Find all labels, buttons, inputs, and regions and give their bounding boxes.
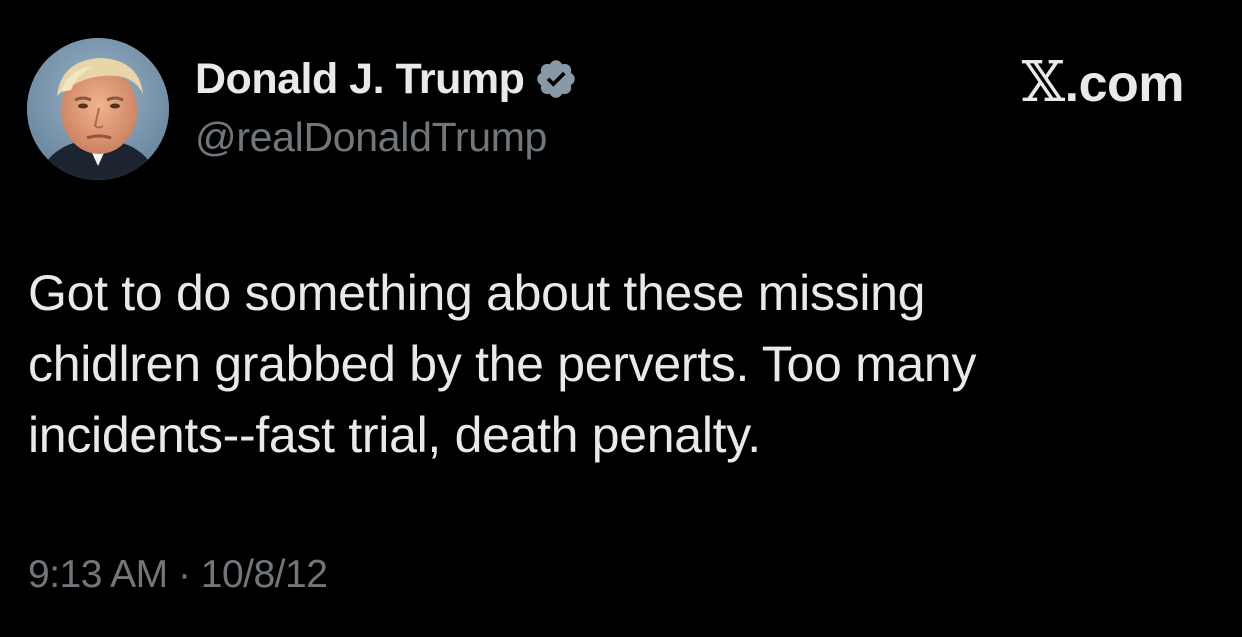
verified-badge-icon[interactable] bbox=[534, 57, 578, 101]
author-name-row[interactable]: Donald J. Trump bbox=[195, 52, 578, 106]
tweet-date[interactable]: 10/8/12 bbox=[201, 553, 328, 596]
x-logo-icon: 𝕏 bbox=[1021, 50, 1065, 115]
x-com-logo: 𝕏.com bbox=[1021, 50, 1185, 115]
tweet-card: Donald J. Trump @realDonaldTrump 𝕏.com G… bbox=[0, 0, 1242, 637]
timestamp-separator: · bbox=[177, 553, 191, 596]
tweet-time[interactable]: 9:13 AM bbox=[28, 553, 168, 596]
profile-photo-icon bbox=[27, 38, 169, 180]
avatar[interactable] bbox=[27, 38, 169, 180]
tweet-timestamp[interactable]: 9:13 AM · 10/8/12 bbox=[28, 553, 328, 597]
author-display-name[interactable]: Donald J. Trump bbox=[195, 55, 525, 104]
tweet-body-text: Got to do something about these missing … bbox=[28, 265, 977, 463]
brand-suffix: .com bbox=[1064, 55, 1185, 113]
author-handle[interactable]: @realDonaldTrump bbox=[195, 114, 547, 161]
